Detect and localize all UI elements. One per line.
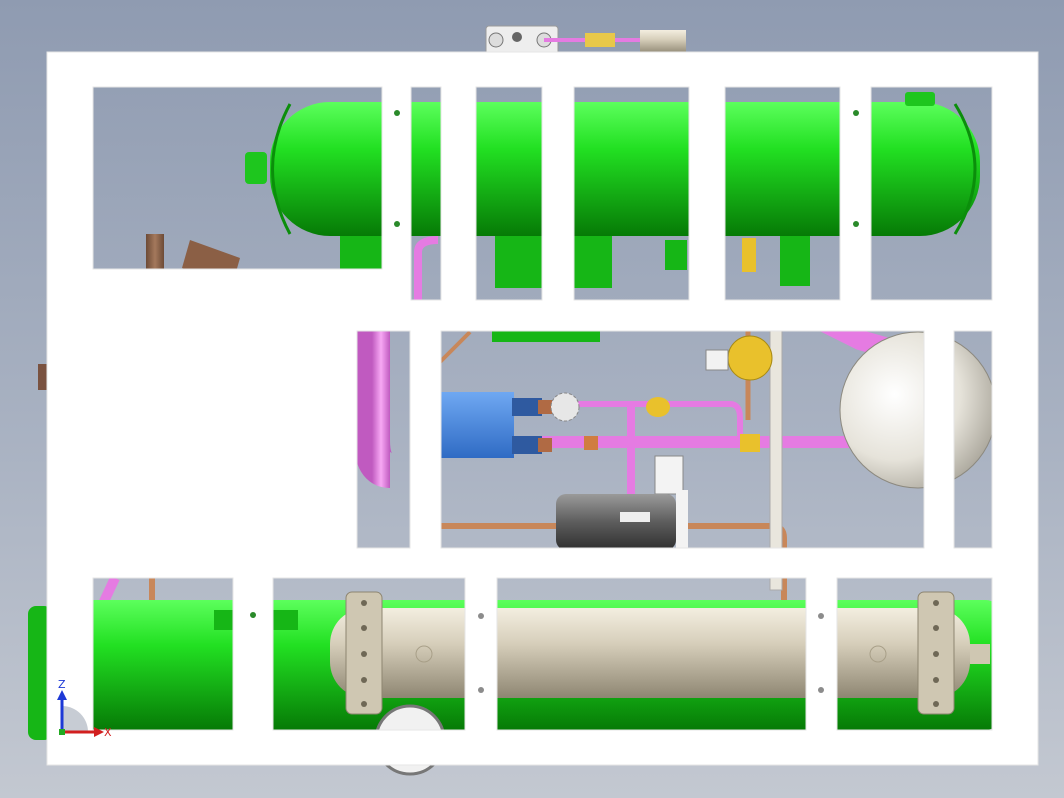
orientation-triad: Z X [52, 676, 116, 742]
cad-viewport[interactable] [0, 0, 1064, 798]
x-axis-label: X [104, 726, 112, 739]
z-axis-label: Z [58, 678, 66, 691]
compressor[interactable] [556, 490, 688, 550]
pump-motor[interactable] [440, 392, 580, 458]
